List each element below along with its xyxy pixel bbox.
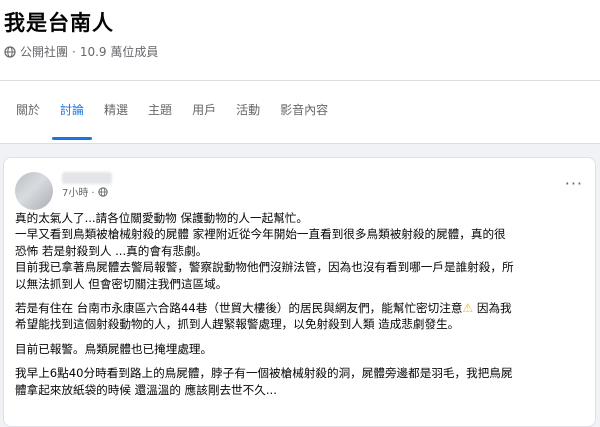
header-divider — [0, 80, 600, 81]
tab-members[interactable]: 用戶 — [182, 92, 226, 132]
tab-featured[interactable]: 精選 — [94, 92, 138, 132]
post-line: 希望能找到這個射殺動物的人，抓到人趕緊報警處理，以免射殺到人類 造成悲劇發生。 — [15, 317, 460, 332]
tab-events[interactable]: 活動 — [226, 92, 270, 132]
group-meta: 公開社團 · 10.9 萬位成員 — [4, 44, 158, 60]
post-time-label[interactable]: 7小時 — [62, 188, 88, 200]
post-body: 真的太氣人了...請各位關愛動物 保護動物的人一起幫忙。 一早又看到鳥類被槍械射… — [15, 210, 590, 398]
globe-icon — [97, 187, 108, 201]
post-line: 以無法抓到人 但會密切關注我們這區域。 — [15, 276, 228, 291]
tab-media[interactable]: 影音內容 — [270, 92, 338, 132]
post-card: 7小時 · ··· 真的太氣人了...請各位關愛動物 保護動物的人一起幫忙。 一… — [3, 157, 596, 427]
post-line-text: 因為我 — [473, 301, 512, 316]
post-line: 我早上6點40分時看到路上的鳥屍體，脖子有一個被槍械射殺的洞，屍體旁邊都是羽毛，… — [15, 366, 513, 381]
post-line: 真的太氣人了...請各位關愛動物 保護動物的人一起幫忙。 — [15, 211, 308, 225]
author-name-redacted[interactable] — [62, 172, 112, 184]
warning-icon: ⚠ — [462, 301, 474, 316]
post-line: 體拿起來放紙袋的時候 還溫溫的 應該剛去世不久... — [15, 382, 277, 397]
tab-about[interactable]: 關於 — [6, 92, 50, 132]
globe-icon — [4, 46, 16, 58]
group-header: 我是台南人 公開社團 · 10.9 萬位成員 關於 討論 精選 主題 用戶 活動… — [0, 0, 600, 144]
post-time: 7小時 · — [62, 187, 108, 201]
tab-discussion[interactable]: 討論 — [50, 92, 94, 140]
meta-separator: · — [72, 45, 76, 59]
post-line-text: 若是有住在 台南市永康區六合路44巷（世貿大樓後）的居民與網友們，能幫忙密切注意 — [15, 301, 463, 316]
post-line: 目前我已拿著鳥屍體去警局報警，警察說動物他們沒辦法管，因為也沒有看到哪一戶是誰射… — [15, 260, 514, 275]
tabs-divider — [0, 143, 600, 144]
group-tabs: 關於 討論 精選 主題 用戶 活動 影音內容 — [0, 92, 338, 140]
avatar[interactable] — [15, 172, 53, 210]
post-line: 若是有住在 台南市永康區六合路44巷（世貿大樓後）的居民與網友們，能幫忙密切注意… — [15, 300, 590, 316]
group-title[interactable]: 我是台南人 — [4, 10, 114, 36]
member-count[interactable]: 10.9 萬位成員 — [80, 44, 159, 60]
more-options-icon[interactable]: ··· — [565, 176, 583, 192]
post-line: 恐怖 若是射殺到人 ...真的會有悲劇。 — [15, 243, 208, 258]
post-line: 目前已報警。鳥類屍體也已掩埋處理。 — [15, 341, 213, 356]
privacy-label: 公開社團 — [20, 45, 69, 59]
post-line: 一早又看到鳥類被槍械射殺的屍體 家裡附近從今年開始一直看到很多鳥類被射殺的屍體，… — [15, 227, 506, 242]
time-separator: · — [91, 188, 95, 199]
tab-topics[interactable]: 主題 — [138, 92, 182, 132]
